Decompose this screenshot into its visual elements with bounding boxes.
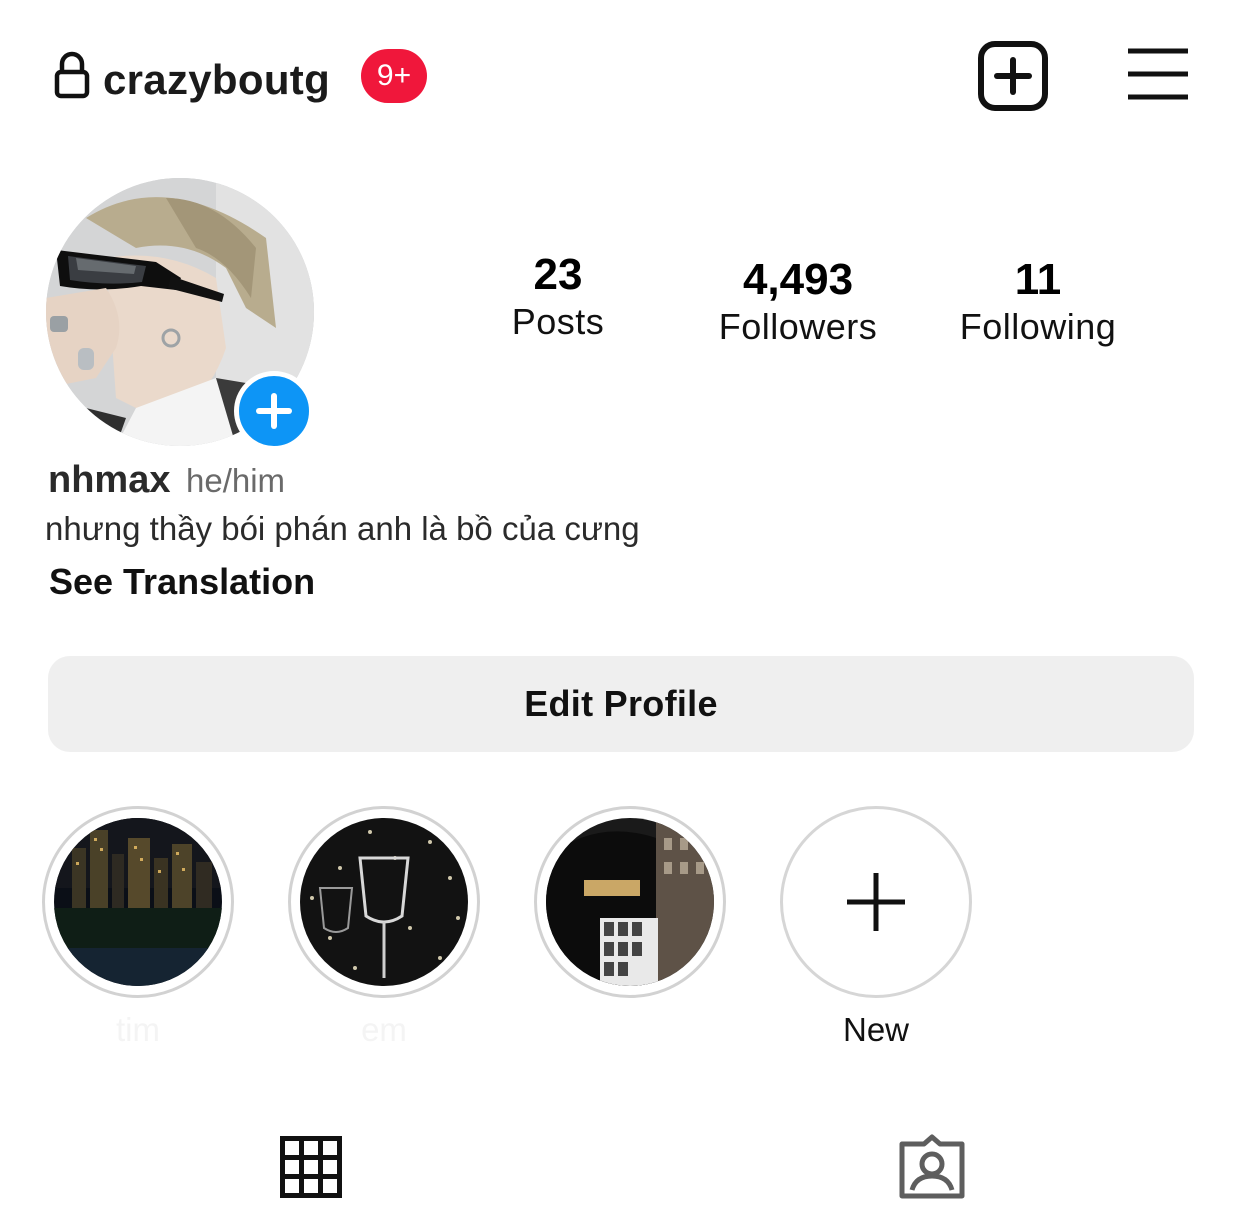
tab-tagged[interactable] xyxy=(898,1134,966,1200)
plus-icon xyxy=(847,873,905,931)
plus-square-icon xyxy=(978,41,1048,111)
highlight-item[interactable] xyxy=(42,806,234,998)
account-username[interactable]: crazyboutg xyxy=(103,54,330,106)
create-post-button[interactable] xyxy=(976,40,1052,114)
lock-icon xyxy=(52,50,92,100)
followers-value: 4,493 xyxy=(742,255,854,304)
see-translation-link[interactable]: See Translation xyxy=(49,558,315,606)
city-night-photo xyxy=(54,818,222,986)
following-count[interactable]: 11 Following xyxy=(940,255,1136,349)
following-value: 11 xyxy=(1014,255,1062,304)
posts-label: Posts xyxy=(511,301,605,342)
pronouns: he/him xyxy=(186,462,286,499)
hamburger-menu-icon xyxy=(1128,48,1188,100)
highlight-item[interactable] xyxy=(534,806,726,998)
display-name: nhmax xyxy=(48,459,171,501)
highlight-label: em xyxy=(361,1011,407,1048)
highlight-label: tim xyxy=(116,1011,160,1048)
plus-icon xyxy=(256,393,292,429)
highlight-item[interactable] xyxy=(288,806,480,998)
tagged-person-icon xyxy=(899,1134,965,1199)
menu-button[interactable] xyxy=(1124,46,1194,104)
followers-label: Followers xyxy=(718,306,878,347)
notification-badge[interactable]: 9+ xyxy=(361,49,427,103)
tab-posts-grid[interactable] xyxy=(280,1136,342,1198)
posts-count[interactable]: 23 Posts xyxy=(480,250,636,344)
add-story-button[interactable] xyxy=(234,371,314,451)
wine-glasses-photo xyxy=(300,818,468,986)
edit-profile-button[interactable]: Edit Profile xyxy=(48,656,1194,752)
new-highlight-label: New xyxy=(842,1011,910,1048)
posts-value: 23 xyxy=(533,250,583,299)
vogue-store-photo xyxy=(546,818,714,986)
following-label: Following xyxy=(959,306,1117,347)
new-highlight-button[interactable] xyxy=(780,806,972,998)
grid-icon xyxy=(280,1136,342,1198)
bio-text: nhưng thầy bói phán anh là bồ của cưng xyxy=(45,510,640,547)
followers-count[interactable]: 4,493 Followers xyxy=(700,255,896,349)
